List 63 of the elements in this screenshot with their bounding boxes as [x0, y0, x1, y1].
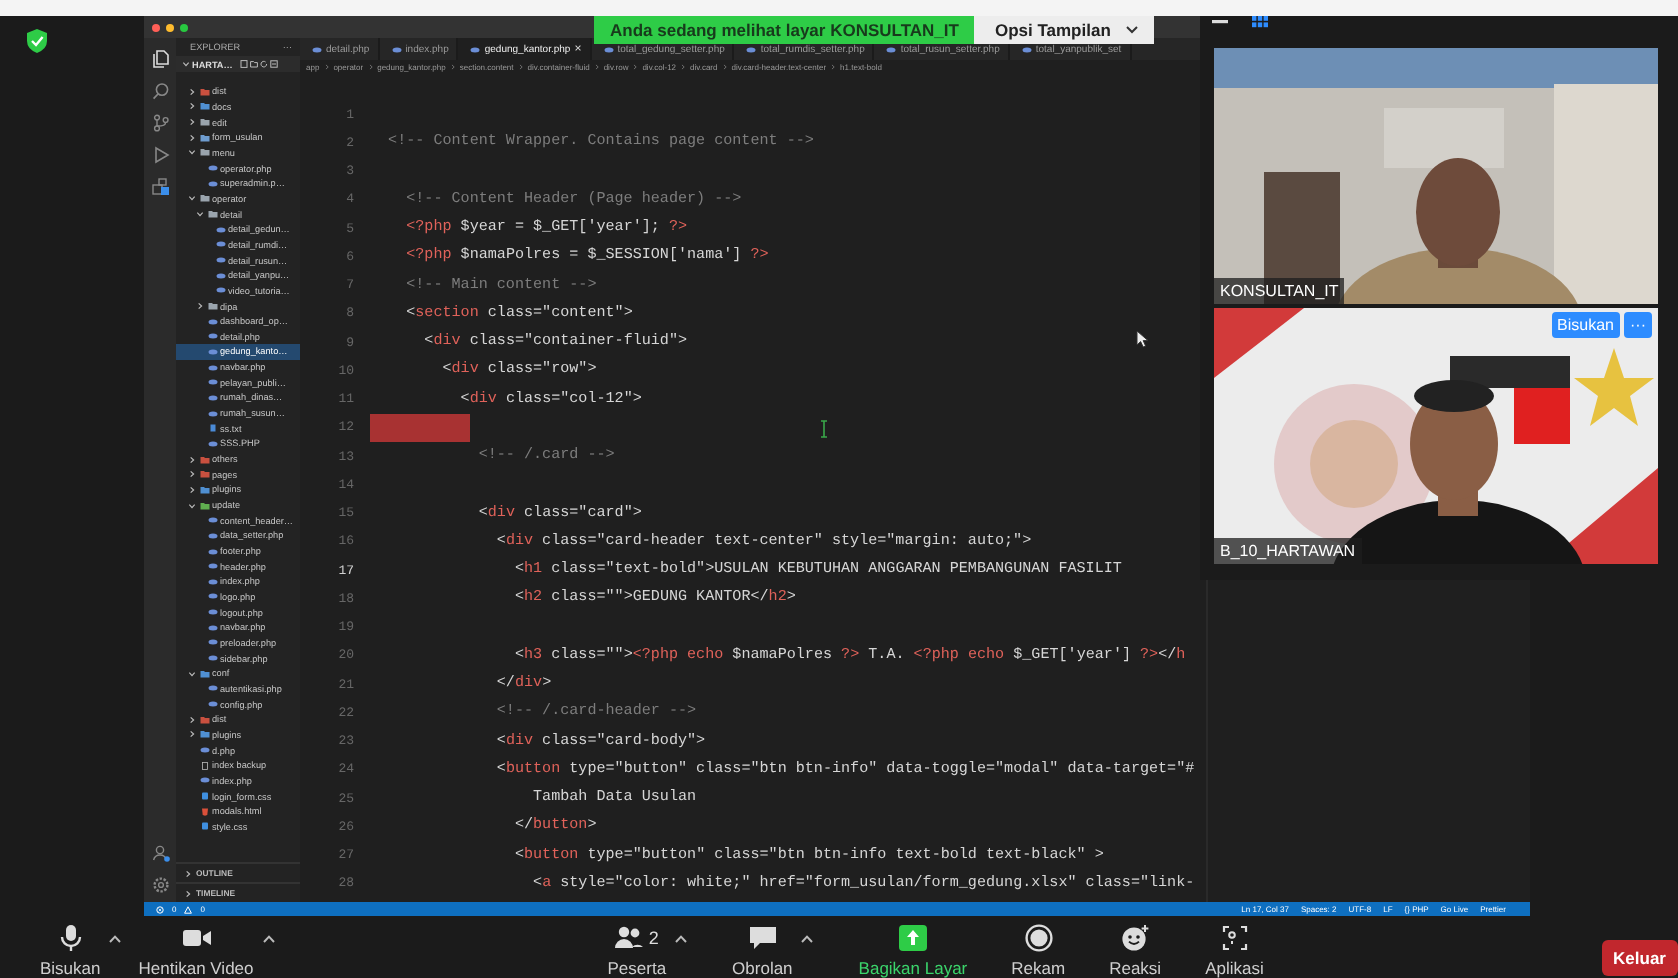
pointer-icon	[1136, 330, 1150, 348]
toolbar-button[interactable]: Reaksi	[1109, 922, 1162, 978]
participants-icon	[614, 923, 645, 951]
new-folder-icon[interactable]	[250, 60, 259, 68]
account-icon[interactable]	[151, 844, 169, 862]
chevron-icon	[182, 60, 190, 68]
php-file-icon	[470, 45, 481, 53]
php-file-icon	[886, 45, 897, 53]
chat-icon	[747, 923, 778, 951]
chevron-icon	[184, 869, 192, 877]
refresh-icon[interactable]	[260, 60, 269, 68]
file-icon	[199, 761, 209, 770]
php-file-icon	[199, 746, 209, 755]
php-file-icon	[746, 45, 757, 53]
search-icon[interactable]	[151, 82, 169, 100]
caret-icon[interactable]	[261, 934, 276, 944]
zoom-dot[interactable]	[180, 23, 188, 31]
run-debug-icon[interactable]	[151, 146, 169, 164]
toolbar-button[interactable]: 2 Peserta	[607, 922, 667, 978]
collapse-icon[interactable]	[270, 60, 279, 68]
caret-icon	[1126, 26, 1139, 34]
error-icon	[156, 905, 164, 913]
php-file-icon	[199, 776, 209, 785]
smiley-icon	[1120, 923, 1151, 951]
php-file-icon	[391, 45, 402, 53]
text-cursor-icon	[820, 420, 828, 438]
extensions-icon[interactable]	[151, 178, 169, 196]
html-file-icon	[199, 807, 209, 816]
toolbar-button[interactable]: Obrolan	[732, 922, 793, 978]
view-options-button[interactable]: Opsi Tampilan	[974, 16, 1155, 44]
toolbar-button[interactable]: Bisukan	[40, 922, 101, 978]
close-dot[interactable]	[152, 23, 160, 31]
chevron-icon	[184, 889, 192, 897]
php-file-icon	[207, 439, 217, 448]
css-file-icon	[199, 822, 209, 831]
toolbar-button[interactable]: Rekam	[1011, 922, 1066, 978]
participant-name: KONSULTAN_IT	[1214, 278, 1345, 304]
branch-icon[interactable]	[151, 114, 169, 132]
toolbar-button[interactable]: Aplikasi	[1205, 922, 1264, 978]
grid-icon[interactable]	[1252, 16, 1268, 28]
record-icon	[1023, 923, 1054, 951]
toolbar-button[interactable]: Hentikan Video	[138, 922, 254, 978]
caret-icon[interactable]	[674, 934, 689, 944]
shield-icon[interactable]	[26, 28, 48, 54]
microphone-icon	[55, 923, 86, 951]
caret-icon[interactable]	[108, 934, 123, 944]
files-icon[interactable]	[151, 50, 169, 68]
new-file-icon[interactable]	[240, 60, 249, 68]
caret-icon[interactable]	[800, 934, 815, 944]
css-file-icon	[199, 792, 209, 801]
php-file-icon	[312, 45, 322, 53]
share-screen-icon	[897, 923, 928, 951]
php-file-icon	[1021, 45, 1032, 53]
php-file-icon	[603, 45, 614, 53]
participant-name: B_10_HARTAWAN	[1214, 538, 1362, 564]
warning-icon	[184, 905, 193, 913]
toolbar-button[interactable]: Bagikan Layar	[858, 922, 968, 978]
settings-icon[interactable]	[151, 876, 169, 894]
apps-icon	[1219, 923, 1250, 951]
minimize-dot[interactable]	[166, 23, 174, 31]
leave-button[interactable]: Keluar	[1601, 940, 1678, 976]
screen-share-banner: Anda sedang melihat layar KONSULTAN_IT	[594, 16, 975, 44]
text-file-icon	[207, 424, 217, 433]
